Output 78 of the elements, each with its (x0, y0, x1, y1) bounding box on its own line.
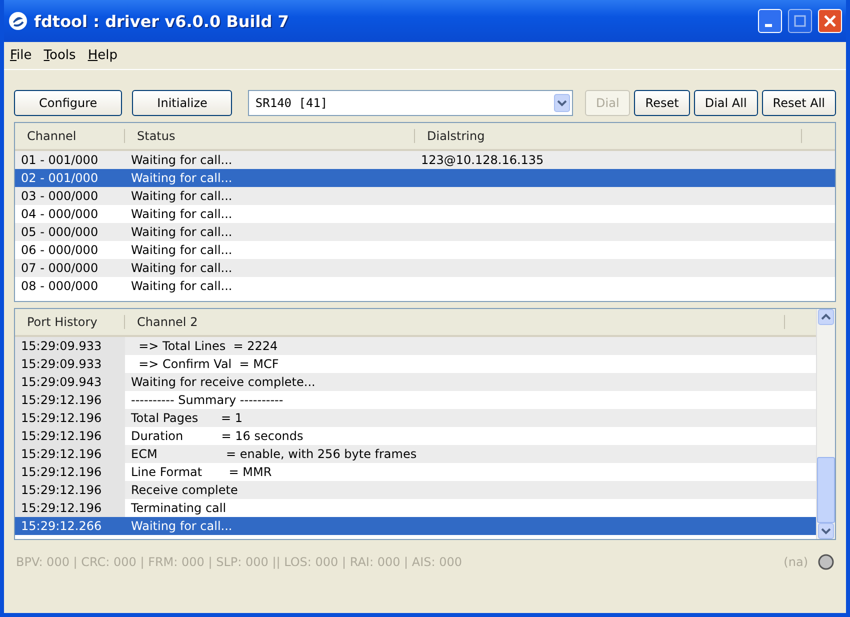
toolbar-button[interactable]: Reset (634, 90, 690, 116)
channel-row[interactable]: 01 - 001/000 Waiting for call... 123@10.128.16.135 (15, 151, 835, 169)
line-counters: BPV: 000 | CRC: 000 | FRM: 000 | SLP: 000 || LOS: 000 | RAI: 000 | AIS: 000 (16, 555, 462, 569)
menu-item[interactable]: File (10, 48, 32, 63)
channel-row[interactable]: 03 - 000/000 Waiting for call... (15, 187, 835, 205)
table-cell: 15:29:12.196 (15, 481, 125, 499)
table-cell-text: Waiting for call... (130, 260, 234, 277)
maximize-button[interactable] (788, 9, 812, 33)
column-header[interactable]: Port History (15, 315, 125, 329)
toolbar-button[interactable]: Reset All (762, 90, 836, 116)
table-cell-text: Waiting for call... (130, 188, 234, 205)
scroll-thumb[interactable] (817, 457, 835, 523)
connection-state: (na) (784, 555, 808, 569)
minimize-icon (764, 24, 772, 26)
table-cell-text: 03 - 000/000 (20, 188, 100, 205)
table-cell-text: Total Pages = 1 (130, 410, 244, 427)
scroll-up-icon[interactable] (818, 309, 834, 325)
table-cell-text: Duration = 16 seconds (130, 428, 304, 445)
history-row[interactable]: 15:29:09.943 Waiting for receive complete... (15, 373, 816, 391)
table-cell-text: Waiting for receive complete... (130, 374, 316, 391)
table-cell-text: Waiting for call... (130, 152, 234, 169)
column-header[interactable]: Channel (15, 129, 125, 143)
close-icon (823, 14, 837, 28)
table-cell-text: => Confirm Val = MCF (138, 356, 280, 373)
table-cell-text: Receive complete (130, 482, 239, 499)
table-cell-text: Waiting for call... (130, 242, 234, 259)
minimize-button[interactable] (758, 9, 782, 33)
app-logo-icon (8, 11, 28, 31)
history-row[interactable]: 15:29:12.196 ECM = enable, with 256 byte frames (15, 445, 816, 463)
table-cell-text: 08 - 000/000 (20, 278, 100, 295)
history-row[interactable]: 15:29:12.196 Receive complete (15, 481, 816, 499)
table-cell-text: Terminating call (130, 500, 228, 517)
device-dropdown[interactable]: SR140 [41] (248, 90, 574, 116)
history-row[interactable]: 15:29:12.266 Waiting for call... (15, 517, 816, 535)
table-cell: 15:29:09.933 (15, 337, 125, 355)
table-cell: 15:29:12.196 (15, 409, 125, 427)
channel-row[interactable]: 07 - 000/000 Waiting for call... (15, 259, 835, 277)
status-led-icon (818, 554, 834, 570)
table-cell-text: 01 - 001/000 (20, 152, 100, 169)
maximize-icon (793, 14, 807, 28)
table-cell-text: => Total Lines = 2224 (138, 338, 279, 355)
table-cell-text: Waiting for call... (130, 170, 234, 187)
table-cell-text: 123@10.128.16.135 (420, 152, 545, 169)
table-cell: 15:29:12.196 (15, 463, 125, 481)
table-cell-text: Waiting for call... (130, 278, 234, 295)
menu-item[interactable]: Tools (44, 48, 76, 63)
table-cell: 15:29:12.196 (15, 391, 125, 409)
toolbar-button[interactable]: Dial All (694, 90, 758, 116)
channel-row[interactable]: 05 - 000/000 Waiting for call... (15, 223, 835, 241)
column-header[interactable]: Dialstring (415, 129, 802, 143)
table-cell-text: Waiting for call... (130, 224, 234, 241)
table-cell: 15:29:09.943 (15, 373, 125, 391)
table-cell: 15:29:12.196 (15, 427, 125, 445)
table-cell: 15:29:09.933 (15, 355, 125, 373)
table-cell-text: 07 - 000/000 (20, 260, 100, 277)
table-cell-text: 04 - 000/000 (20, 206, 100, 223)
table-cell-text: 06 - 000/000 (20, 242, 100, 259)
close-button[interactable] (818, 9, 842, 33)
column-header[interactable]: Channel 2 (125, 315, 785, 329)
table-cell-text: ECM = enable, with 256 byte frames (130, 446, 418, 463)
table-cell-text: Waiting for call... (130, 518, 234, 535)
table-cell: 15:29:12.196 (15, 499, 125, 517)
table-cell-text: ---------- Summary ---------- (130, 392, 284, 409)
table-cell-text: 02 - 001/000 (20, 170, 100, 187)
menu-item[interactable]: Help (88, 48, 118, 63)
column-header[interactable]: Status (125, 129, 415, 143)
history-row[interactable]: 15:29:09.933 => Total Lines = 2224 (15, 337, 816, 355)
toolbar-button[interactable]: Configure (14, 90, 122, 116)
table-cell-text: 05 - 000/000 (20, 224, 100, 241)
table-cell-text: Waiting for call... (130, 206, 234, 223)
history-row[interactable]: 15:29:12.196 Total Pages = 1 (15, 409, 816, 427)
channel-row[interactable]: 02 - 001/000 Waiting for call... (15, 169, 835, 187)
table-cell-text: Line Format = MMR (130, 464, 273, 481)
window-title: fdtool : driver v6.0.0 Build 7 (34, 12, 290, 30)
table-cell: 15:29:12.196 (15, 445, 125, 463)
scroll-down-icon[interactable] (818, 523, 834, 539)
scrollbar[interactable] (816, 309, 835, 539)
toolbar-button[interactable]: Initialize (132, 90, 232, 116)
